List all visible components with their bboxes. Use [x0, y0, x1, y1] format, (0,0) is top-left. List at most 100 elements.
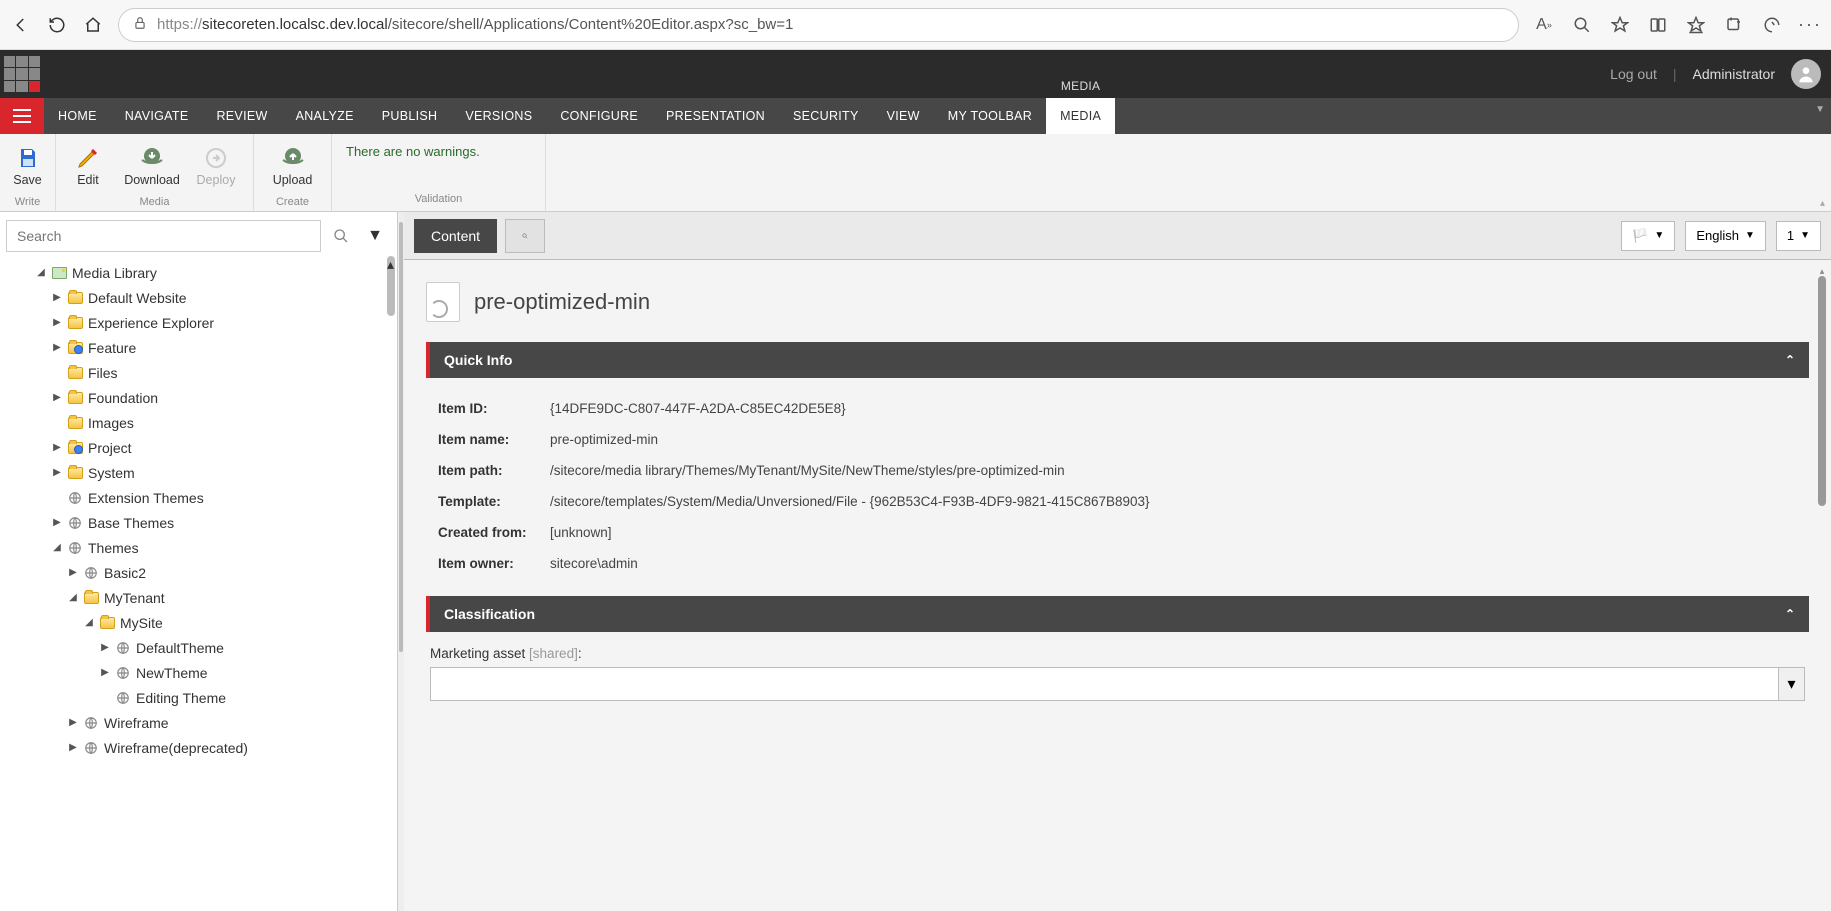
tab-configure[interactable]: CONFIGURE	[546, 98, 652, 134]
content-scrollbar[interactable]: ▴	[1817, 266, 1827, 526]
home-button[interactable]	[82, 14, 104, 36]
chevron-right-icon[interactable]: ▶	[50, 392, 64, 403]
tab-presentation[interactable]: PRESENTATION	[652, 98, 779, 134]
user-label[interactable]: Administrator	[1693, 66, 1775, 82]
flag-dropdown[interactable]: 🏳️▼	[1621, 221, 1675, 251]
tree-node-label: MySite	[120, 615, 163, 631]
content-tab[interactable]: Content	[414, 219, 497, 253]
tree-node-media-library[interactable]: ◢Media Library	[0, 260, 397, 285]
tab-publish[interactable]: PUBLISH	[368, 98, 452, 134]
pencil-icon	[75, 145, 101, 171]
theme-icon	[66, 540, 84, 556]
language-dropdown[interactable]: English▼	[1685, 221, 1766, 251]
favorite-icon[interactable]	[1609, 14, 1631, 36]
tree-node[interactable]: ▶Feature	[0, 335, 397, 360]
tab-analyze[interactable]: ANALYZE	[282, 98, 368, 134]
info-value[interactable]: pre-optimized-min	[544, 425, 1803, 454]
edit-button[interactable]: Edit	[56, 136, 120, 195]
more-icon[interactable]: ···	[1799, 14, 1821, 36]
group-create-label: Create	[254, 195, 331, 211]
item-icon	[426, 282, 460, 322]
download-button[interactable]: Download	[120, 136, 184, 195]
chevron-right-icon[interactable]: ▶	[66, 717, 80, 728]
content-search-tab[interactable]	[505, 219, 545, 253]
tree-node[interactable]: ▶Project	[0, 435, 397, 460]
performance-icon[interactable]	[1761, 14, 1783, 36]
classification-section-header[interactable]: Classification ⌃	[426, 596, 1809, 632]
tree-node[interactable]: ◢Themes	[0, 535, 397, 560]
tab-home[interactable]: HOME	[44, 98, 111, 134]
tree-node[interactable]: ▶Wireframe	[0, 710, 397, 735]
split-screen-icon[interactable]	[1647, 14, 1669, 36]
chevron-right-icon[interactable]: ▶	[98, 667, 112, 678]
chevron-right-icon[interactable]: ▶	[50, 442, 64, 453]
chevron-right-icon[interactable]: ▶	[50, 342, 64, 353]
tab-mytoolbar[interactable]: MY TOOLBAR	[934, 98, 1046, 134]
zoom-icon[interactable]	[1571, 14, 1593, 36]
tree-node[interactable]: ◢ MySite	[0, 610, 397, 635]
search-dropdown-icon[interactable]: ▼	[361, 222, 389, 250]
search-input[interactable]	[6, 220, 321, 252]
content-tree[interactable]: ▴ ◢Media Library▶Default Website▶Experie…	[0, 256, 397, 911]
tree-node[interactable]: ▶Files	[0, 360, 397, 385]
ribbon-expand-icon[interactable]: ▴	[1820, 198, 1825, 209]
sitecore-logo-icon[interactable]	[4, 56, 40, 92]
version-dropdown[interactable]: 1▼	[1776, 221, 1821, 251]
favorites-bar-icon[interactable]	[1685, 14, 1707, 36]
upload-button[interactable]: Upload	[254, 136, 331, 195]
ribbon-collapse-icon[interactable]: ▼	[1815, 104, 1825, 115]
chevron-right-icon[interactable]: ▶	[66, 567, 80, 578]
tab-security[interactable]: SECURITY	[779, 98, 873, 134]
folder-icon	[66, 340, 84, 356]
tree-node[interactable]: ◢MyTenant	[0, 585, 397, 610]
chevron-right-icon[interactable]: ▶	[50, 467, 64, 478]
tree-node[interactable]: ▶NewTheme	[0, 660, 397, 685]
folder-icon	[66, 465, 84, 481]
avatar-icon[interactable]	[1791, 59, 1821, 89]
info-value[interactable]: {14DFE9DC-C807-447F-A2DA-C85EC42DE5E8}	[544, 394, 1803, 423]
tree-node[interactable]: ▶Base Themes	[0, 510, 397, 535]
info-value[interactable]: sitecore\admin	[544, 549, 1803, 578]
tree-node[interactable]: ▶Wireframe(deprecated)	[0, 735, 397, 760]
info-value[interactable]: /sitecore/templates/System/Media/Unversi…	[544, 487, 1803, 516]
chevron-right-icon[interactable]: ▶	[50, 517, 64, 528]
chevron-down-icon[interactable]: ◢	[66, 592, 80, 603]
chevron-right-icon[interactable]: ▶	[66, 742, 80, 753]
tab-view[interactable]: VIEW	[873, 98, 934, 134]
save-button[interactable]: Save	[0, 136, 55, 195]
tab-review[interactable]: REVIEW	[202, 98, 281, 134]
tree-node[interactable]: ▶Images	[0, 410, 397, 435]
tree-node[interactable]: ▶Experience Explorer	[0, 310, 397, 335]
tree-node[interactable]: ▶Foundation	[0, 385, 397, 410]
chevron-right-icon[interactable]: ▶	[50, 317, 64, 328]
chevron-down-icon[interactable]: ◢	[50, 542, 64, 553]
chevron-right-icon[interactable]: ▶	[50, 292, 64, 303]
marketing-asset-input[interactable]	[430, 667, 1779, 701]
tree-node[interactable]: ▶Extension Themes	[0, 485, 397, 510]
tree-node[interactable]: ▶Default Website	[0, 285, 397, 310]
quickinfo-section-header[interactable]: Quick Info ⌃	[426, 342, 1809, 378]
back-button[interactable]	[10, 14, 32, 36]
item-title: pre-optimized-min	[474, 289, 650, 315]
tree-node[interactable]: ▶DefaultTheme	[0, 635, 397, 660]
tree-node[interactable]: ▶Editing Theme	[0, 685, 397, 710]
collections-icon[interactable]	[1723, 14, 1745, 36]
info-value[interactable]: /sitecore/media library/Themes/MyTenant/…	[544, 456, 1803, 485]
tab-navigate[interactable]: NAVIGATE	[111, 98, 203, 134]
logout-link[interactable]: Log out	[1610, 66, 1657, 82]
tree-node[interactable]: ▶Basic2	[0, 560, 397, 585]
menu-button[interactable]	[0, 98, 44, 134]
flag-icon: 🏳️	[1632, 228, 1648, 244]
address-bar[interactable]: https://sitecoreten.localsc.dev.local/si…	[118, 8, 1519, 42]
info-value[interactable]: [unknown]	[544, 518, 1803, 547]
marketing-asset-dropdown-icon[interactable]: ▾	[1779, 667, 1805, 701]
search-icon[interactable]	[327, 222, 355, 250]
read-aloud-icon[interactable]: A»	[1533, 14, 1555, 36]
refresh-button[interactable]	[46, 14, 68, 36]
tab-media[interactable]: Media MEDIA	[1046, 98, 1115, 134]
chevron-right-icon[interactable]: ▶	[98, 642, 112, 653]
chevron-down-icon[interactable]: ◢	[82, 617, 96, 628]
chevron-down-icon[interactable]: ◢	[34, 267, 48, 278]
tab-versions[interactable]: VERSIONS	[451, 98, 546, 134]
tree-node[interactable]: ▶System	[0, 460, 397, 485]
